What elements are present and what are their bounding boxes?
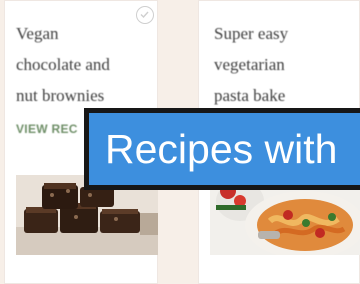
view-recipe-link[interactable]: VIEW REC	[16, 122, 78, 136]
recipe-title-line: vegetarian	[214, 55, 285, 74]
recipes-banner-text: Recipes with	[105, 125, 338, 172]
recipe-title[interactable]: Vegan chocolate and nut brownies	[16, 18, 154, 111]
recipe-title-line: Super easy	[214, 24, 289, 43]
recipes-banner: Recipes with	[84, 108, 360, 190]
recipe-title[interactable]: Super easy vegetarian pasta bake	[214, 18, 354, 111]
recipe-title-line: pasta bake	[214, 86, 286, 105]
recipe-title-line: Vegan	[16, 24, 59, 43]
recipes-banner-fill: Recipes with	[89, 113, 360, 185]
recipe-title-line: chocolate and	[16, 55, 110, 74]
recipe-title-line: nut brownies	[16, 86, 105, 105]
recipe-listing: Vegan chocolate and nut brownies VIEW RE…	[0, 0, 360, 284]
